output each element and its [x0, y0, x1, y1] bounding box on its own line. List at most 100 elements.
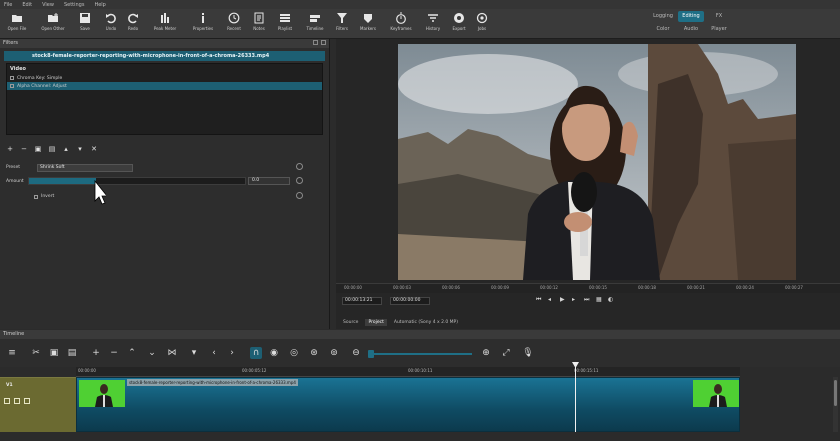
tl-append-icon[interactable]: +: [90, 347, 102, 359]
menu-file[interactable]: File: [4, 2, 12, 8]
scrollbar-thumb[interactable]: [834, 380, 837, 406]
current-timecode[interactable]: 00:00:13:21: [342, 297, 382, 305]
amount-spinbox[interactable]: 0.0: [248, 177, 290, 185]
jobs-button[interactable]: Jobs: [469, 11, 495, 37]
invert-reset-icon[interactable]: [296, 192, 303, 199]
jobs-label: Jobs: [477, 26, 487, 31]
rewind-icon[interactable]: ◂: [548, 297, 554, 303]
float-panel-icon[interactable]: [313, 40, 318, 45]
workspace-fx[interactable]: FX: [706, 11, 732, 22]
filters-panel-header: Filters: [0, 39, 329, 48]
menu-view[interactable]: View: [42, 2, 54, 8]
workspace-editing[interactable]: Editing: [678, 11, 704, 22]
keyframes-button[interactable]: Keyframes: [388, 11, 414, 37]
tab-project[interactable]: Project: [365, 319, 387, 326]
peak-meter-button[interactable]: Peak Meter: [152, 11, 178, 37]
skip-next-icon[interactable]: ⏭: [584, 297, 590, 303]
scrubber-tick: 00:00:03: [393, 285, 411, 290]
amount-slider[interactable]: [28, 177, 246, 185]
timeline-button[interactable]: Timeline: [302, 11, 328, 37]
workspace-logging[interactable]: Logging: [650, 11, 676, 22]
add-filter-icon[interactable]: +: [6, 145, 14, 153]
filters-button[interactable]: Filters: [329, 11, 355, 37]
filter-item-alpha-channel[interactable]: Alpha Channel: Adjust: [7, 82, 322, 90]
menu-settings[interactable]: Settings: [64, 2, 85, 8]
invert-row: Invert: [34, 192, 54, 201]
tl-paste-icon[interactable]: ▤: [66, 347, 78, 359]
tl-zoom-fit-icon[interactable]: ⤢: [500, 347, 512, 359]
fast-forward-icon[interactable]: ▸: [572, 297, 578, 303]
tl-zoom-in-icon[interactable]: ⊕: [480, 347, 492, 359]
tl-scrub-icon[interactable]: ◉: [268, 347, 280, 359]
tl-menu-icon[interactable]: ≡: [6, 347, 18, 359]
close-panel-icon[interactable]: [321, 40, 326, 45]
tl-record-audio-icon[interactable]: 🎙: [522, 347, 534, 359]
timeline-ruler[interactable]: 00:00:00 00:00:05:12 00:00:10:11 00:00:1…: [76, 367, 740, 377]
viewer-scrubber[interactable]: 00:00:00 00:00:03 00:00:06 00:00:09 00:00:12…: [336, 283, 840, 293]
properties-button[interactable]: Properties: [190, 11, 216, 37]
tl-snap-icon[interactable]: ∩: [250, 347, 262, 359]
paste-filter-icon[interactable]: ▤: [48, 145, 56, 153]
invert-checkbox[interactable]: [34, 194, 38, 199]
notes-button[interactable]: Notes: [246, 11, 272, 37]
timeline-horizontal-scrollbar[interactable]: [0, 432, 840, 441]
tl-remove-icon[interactable]: −: [108, 347, 120, 359]
skip-previous-icon[interactable]: ⏮: [536, 297, 542, 303]
preset-select[interactable]: Shrink Soft: [37, 163, 134, 172]
playhead[interactable]: [575, 365, 576, 441]
tl-copy-icon[interactable]: ▣: [48, 347, 60, 359]
tl-lift-icon[interactable]: ⌃: [126, 347, 138, 359]
filter-enable-checkbox[interactable]: [10, 84, 14, 88]
deselect-icon[interactable]: ✕: [90, 145, 98, 153]
tl-next-marker-icon[interactable]: ›: [226, 347, 238, 359]
toggle-zoom-icon[interactable]: ▦: [596, 297, 602, 303]
jobs-icon: [476, 12, 488, 24]
tl-marker-icon[interactable]: ▾: [188, 347, 200, 359]
preset-save-icon[interactable]: [296, 163, 303, 170]
filter-item-chroma-key[interactable]: Chroma Key: Simple: [7, 74, 322, 82]
workspace-audio[interactable]: Audio: [678, 24, 704, 35]
tl-ripple-icon[interactable]: ◎: [288, 347, 300, 359]
history-button[interactable]: History: [420, 11, 446, 37]
video-preview[interactable]: [398, 44, 796, 280]
hide-icon[interactable]: [24, 398, 30, 404]
mute-icon[interactable]: [14, 398, 20, 404]
tl-zoom-out-icon[interactable]: ⊖: [350, 347, 362, 359]
playlist-button[interactable]: Playlist: [272, 11, 298, 37]
timeline-zoom-slider[interactable]: [372, 353, 472, 355]
open-file-label: Open File: [7, 26, 27, 31]
lock-icon[interactable]: [4, 398, 10, 404]
open-file-button[interactable]: Open File: [4, 11, 30, 37]
timeline-vertical-scrollbar[interactable]: [833, 377, 838, 432]
tl-overwrite-icon[interactable]: ⌄: [146, 347, 158, 359]
tl-ripple-markers-icon[interactable]: ⊚: [328, 347, 340, 359]
move-down-icon[interactable]: ▾: [76, 145, 84, 153]
recent-button[interactable]: Recent: [221, 11, 247, 37]
copy-filter-icon[interactable]: ▣: [34, 145, 42, 153]
timeline-clip[interactable]: stock8-female-reporter-reporting-with-mi…: [76, 377, 740, 432]
redo-button[interactable]: Redo: [120, 11, 146, 37]
markers-button[interactable]: Markers: [355, 11, 381, 37]
tl-ripple-all-icon[interactable]: ⊛: [308, 347, 320, 359]
workspace-player[interactable]: Player: [706, 24, 732, 35]
workspace-color[interactable]: Color: [650, 24, 676, 35]
move-up-icon[interactable]: ▴: [62, 145, 70, 153]
menu-help[interactable]: Help: [94, 2, 105, 8]
remove-filter-icon[interactable]: −: [20, 145, 28, 153]
volume-icon[interactable]: ◐: [608, 297, 614, 303]
tl-prev-marker-icon[interactable]: ‹: [208, 347, 220, 359]
track-header-v1[interactable]: V1: [0, 377, 76, 432]
timeline-zoom-handle[interactable]: [368, 350, 374, 358]
filter-enable-checkbox[interactable]: [10, 76, 14, 80]
save-button[interactable]: Save: [72, 11, 98, 37]
panel-controls: [313, 40, 326, 45]
tl-cut-icon[interactable]: ✂: [30, 347, 42, 359]
undo-icon: [106, 13, 116, 24]
invert-label: Invert: [41, 194, 55, 199]
menu-edit[interactable]: Edit: [22, 2, 32, 8]
tl-split-icon[interactable]: ⋈: [166, 347, 178, 359]
play-icon[interactable]: ▶: [560, 297, 566, 303]
amount-reset-icon[interactable]: [296, 177, 303, 184]
open-other-button[interactable]: Open Other: [40, 11, 66, 37]
tab-source[interactable]: Source: [340, 319, 361, 326]
